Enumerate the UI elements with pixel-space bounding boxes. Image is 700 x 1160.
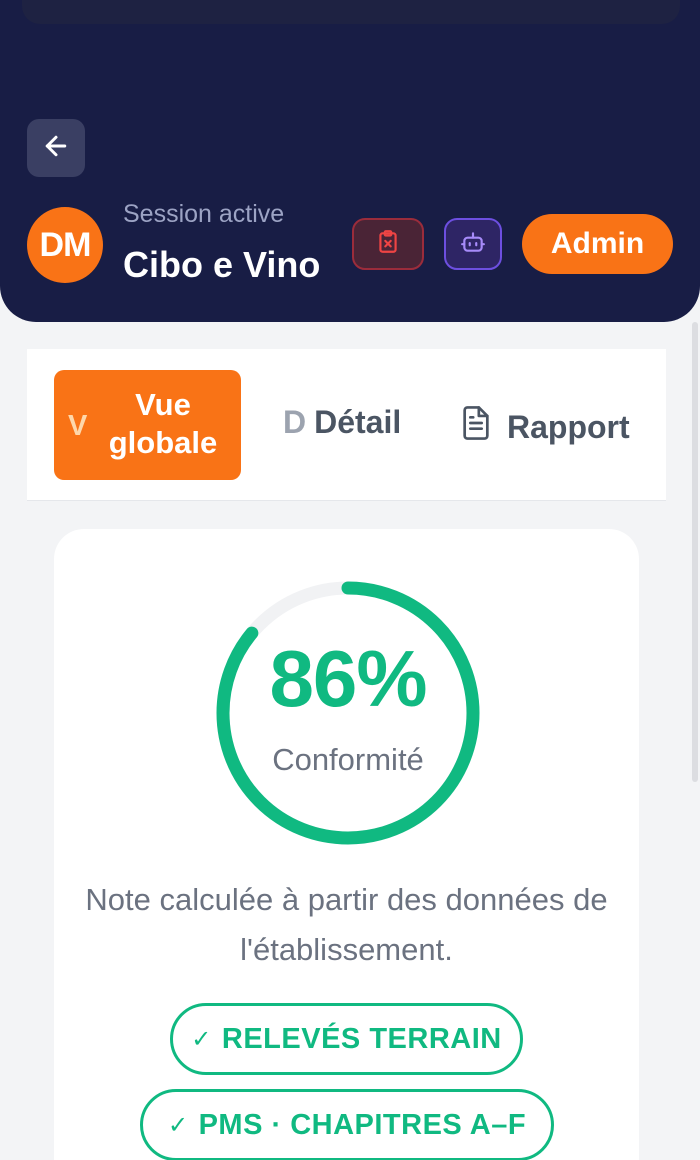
compliance-score: 86%: [269, 634, 427, 723]
badge-label: PMS · CHAPITRES A–F: [198, 1108, 527, 1141]
tab-label: Rapport: [507, 408, 630, 445]
arrow-left-icon: [41, 131, 71, 166]
check-icon: ✓: [167, 1111, 189, 1139]
clipboard-x-icon: [375, 229, 401, 260]
bot-icon: [460, 229, 486, 260]
compliance-label: Conformité: [272, 742, 424, 777]
session-name: Cibo e Vino: [123, 244, 321, 285]
clipboard-button[interactable]: [352, 218, 424, 270]
session-header: DM Session active Cibo e Vino Admin: [0, 0, 700, 322]
tab-letter: D: [283, 404, 307, 440]
compliance-gauge: 86% Conformité: [215, 580, 481, 846]
avatar: DM: [27, 207, 103, 283]
tab-vue-globale[interactable]: V Vue globale: [54, 370, 241, 480]
assistant-button[interactable]: [444, 218, 502, 270]
tab-letter: V: [68, 410, 88, 442]
compliance-card: 86% Conformité Note calculée à partir de…: [54, 529, 639, 1160]
tab-label: Vue globale: [108, 387, 218, 460]
badge-pms-chapitres: ✓ PMS · CHAPITRES A–F: [140, 1089, 554, 1160]
file-text-icon: [459, 404, 507, 450]
tab-bar: V Vue globale D Détail Rapport: [27, 349, 666, 501]
score-note: Note calculée à partir des données de l'…: [85, 882, 608, 967]
back-button[interactable]: [27, 119, 85, 177]
badge-releves-terrain: ✓ RELEVÉS TERRAIN: [170, 1003, 523, 1075]
admin-button[interactable]: Admin: [522, 214, 673, 274]
badge-label: RELEVÉS TERRAIN: [221, 1022, 502, 1055]
tab-label: Détail: [314, 404, 402, 440]
tab-detail[interactable]: D Détail: [283, 404, 401, 441]
session-label: Session active: [123, 200, 285, 228]
tab-rapport[interactable]: Rapport: [459, 404, 630, 450]
scrollbar[interactable]: [692, 322, 698, 782]
top-strip: [22, 0, 680, 24]
check-icon: ✓: [191, 1025, 212, 1053]
